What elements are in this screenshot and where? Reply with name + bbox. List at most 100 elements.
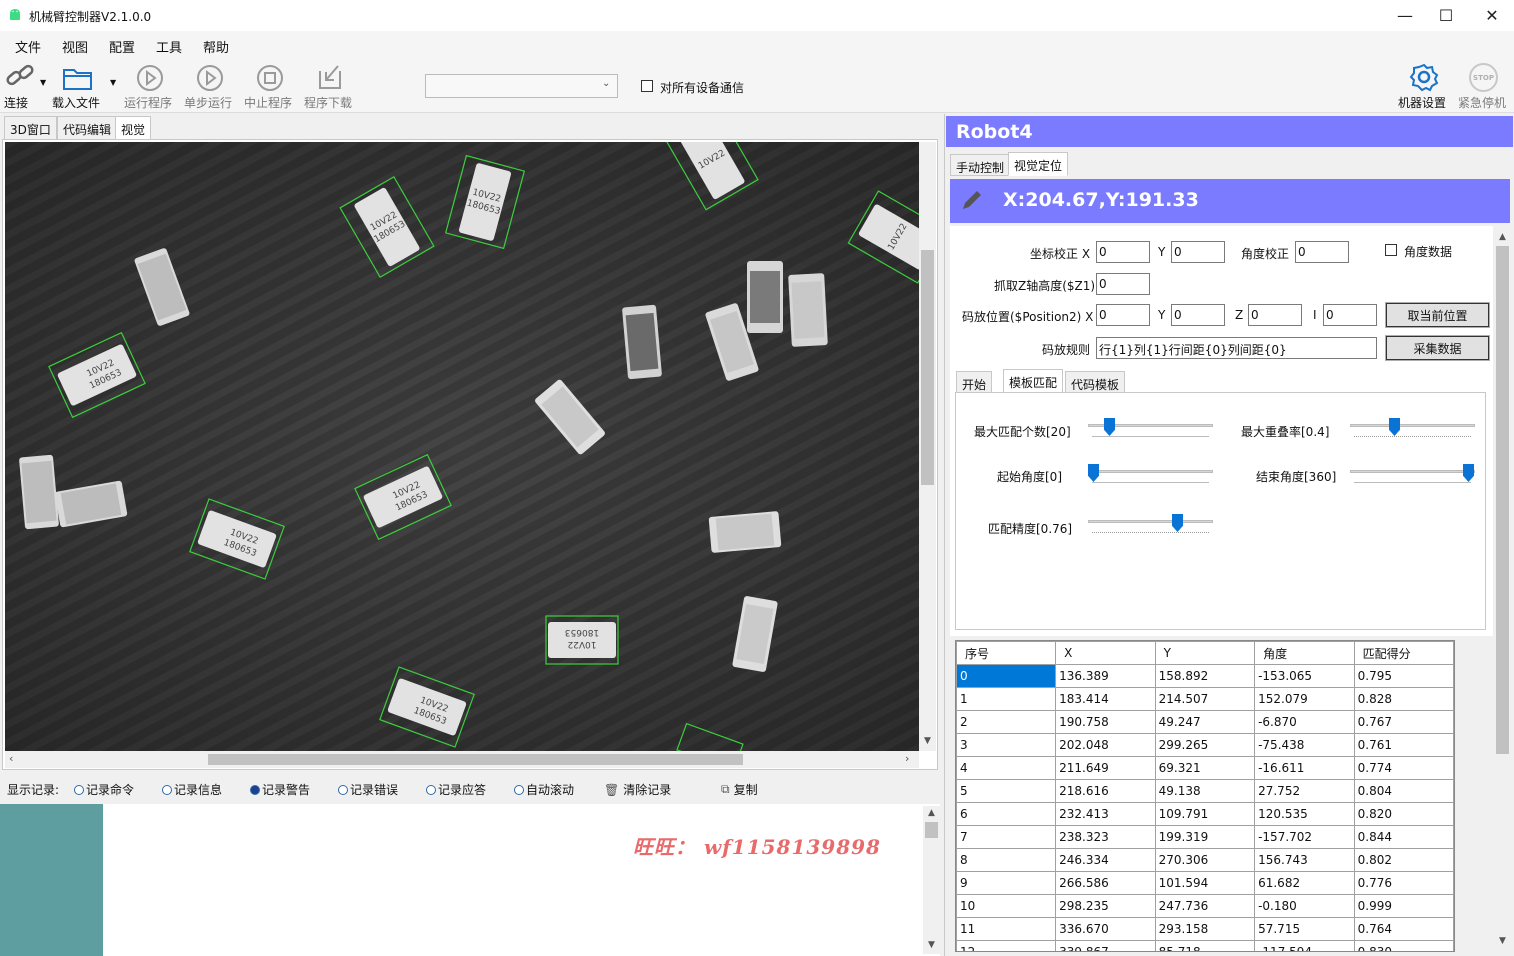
table-cell[interactable]: 7 [956,825,1057,849]
broadcast-checkbox[interactable] [641,80,653,92]
table-cell[interactable]: 49.247 [1154,710,1256,734]
scroll-down-icon[interactable]: ▼ [923,940,940,950]
log-area[interactable] [0,804,940,956]
scrollbar-thumb[interactable] [925,822,938,838]
table-cell[interactable]: 0.844 [1353,825,1454,849]
table-cell[interactable]: -0.180 [1254,894,1355,918]
table-cell[interactable]: 101.594 [1154,871,1256,895]
collect-data-button[interactable]: 采集数据 [1385,335,1490,361]
table-cell[interactable]: 0.802 [1353,848,1454,872]
scroll-down-icon[interactable]: ▼ [1494,936,1511,946]
table-cell[interactable]: 5 [956,779,1057,803]
table-cell[interactable]: 61.682 [1254,871,1355,895]
take-current-position-button[interactable]: 取当前位置 [1385,302,1490,328]
log-option-warnings[interactable]: 记录警告 [250,781,310,798]
column-header-y[interactable]: Y [1154,641,1256,665]
table-row[interactable]: 4 211.649 69.321 -16.611 0.774 [956,756,1454,780]
subtab-start[interactable]: 开始 [956,371,993,393]
table-cell[interactable]: 0.761 [1353,733,1454,757]
tab-3d-window[interactable]: 3D窗口 [4,116,57,140]
table-cell[interactable]: -157.702 [1254,825,1355,849]
log-option-errors[interactable]: 记录错误 [338,781,398,798]
table-cell[interactable]: 202.048 [1055,733,1156,757]
table-row[interactable]: 9 266.586 101.594 61.682 0.776 [956,871,1454,895]
tab-vision-positioning[interactable]: 视觉定位 [1008,152,1069,176]
slider-thumb[interactable] [1389,418,1400,436]
table-cell[interactable]: 246.334 [1055,848,1156,872]
table-cell[interactable]: 2 [956,710,1057,734]
step-run-button[interactable]: 单步运行 [184,60,236,110]
table-cell[interactable]: 299.265 [1154,733,1256,757]
place-z-input[interactable]: 0 [1248,304,1302,326]
table-cell[interactable]: 109.791 [1154,802,1256,826]
camera-horizontal-scrollbar[interactable]: ‹ › [5,751,919,768]
log-option-info[interactable]: 记录信息 [162,781,222,798]
tab-code-editor[interactable]: 代码编辑 [57,116,118,140]
stop-program-button[interactable]: 中止程序 [244,60,296,110]
slider-thumb[interactable] [1463,464,1474,482]
table-cell[interactable]: 199.319 [1154,825,1256,849]
place-x-input[interactable]: 0 [1096,304,1150,326]
connect-button[interactable]: ▼ 连接 [2,60,48,110]
log-option-responses[interactable]: 记录应答 [426,781,486,798]
max-match-slider[interactable] [1088,416,1213,442]
device-select[interactable]: ⌄ [425,74,618,98]
table-cell[interactable]: 8 [956,848,1057,872]
table-row[interactable]: 0 136.389 158.892 -153.065 0.795 [956,664,1454,688]
scrollbar-thumb[interactable] [208,754,743,765]
copy-log-button[interactable]: ⧉ 复制 [721,781,758,798]
table-cell[interactable]: 183.414 [1055,687,1156,711]
run-program-button[interactable]: 运行程序 [124,60,176,110]
log-vertical-scrollbar[interactable]: ▲ ▼ [923,806,940,954]
table-cell[interactable]: 211.649 [1055,756,1156,780]
table-cell[interactable]: 3 [956,733,1057,757]
table-cell[interactable]: 85.718 [1154,940,1256,951]
table-cell[interactable]: 136.389 [1055,664,1156,688]
coord-y-input[interactable]: 0 [1171,241,1225,263]
table-cell[interactable]: 11 [956,917,1057,941]
table-row[interactable]: 7 238.323 199.319 -157.702 0.844 [956,825,1454,849]
start-angle-slider[interactable] [1088,462,1213,488]
table-cell[interactable]: -6.870 [1254,710,1355,734]
table-cell[interactable]: 238.323 [1055,825,1156,849]
log-option-commands[interactable]: 记录命令 [74,781,134,798]
robot-panel-scrollbar[interactable]: ▲ ▼ [1494,230,1511,952]
z-height-input[interactable]: 0 [1096,273,1150,295]
table-cell[interactable]: 27.752 [1254,779,1355,803]
table-row[interactable]: 8 246.334 270.306 156.743 0.802 [956,848,1454,872]
table-cell[interactable]: 0.795 [1353,664,1454,688]
subtab-code-template[interactable]: 代码模板 [1065,371,1126,393]
camera-vertical-scrollbar[interactable]: ▼ [919,142,936,751]
table-cell[interactable]: 247.736 [1154,894,1256,918]
menu-file[interactable]: 文件 [15,37,41,56]
emergency-stop-button[interactable]: STOP 紧急停机 [1458,60,1512,110]
table-cell[interactable]: 0 [956,664,1057,688]
table-cell[interactable]: 339.867 [1055,940,1156,951]
table-cell[interactable]: 9 [956,871,1057,895]
table-cell[interactable]: 120.535 [1254,802,1355,826]
column-header-index[interactable]: 序号 [956,641,1057,665]
table-cell[interactable]: 270.306 [1154,848,1256,872]
table-cell[interactable]: 293.158 [1154,917,1256,941]
match-precision-slider[interactable] [1088,512,1213,538]
table-row[interactable]: 10 298.235 247.736 -0.180 0.999 [956,894,1454,918]
scrollbar-thumb[interactable] [921,250,934,485]
menu-tools[interactable]: 工具 [156,37,182,56]
menu-help[interactable]: 帮助 [203,37,229,56]
angle-data-checkbox[interactable] [1385,244,1397,256]
menu-view[interactable]: 视图 [62,37,88,56]
scrollbar-thumb[interactable] [1496,246,1509,754]
table-cell[interactable]: -153.065 [1254,664,1355,688]
table-cell[interactable]: 12 [956,940,1057,951]
table-cell[interactable]: -117.594 [1254,940,1355,951]
column-header-score[interactable]: 匹配得分 [1353,641,1454,665]
clear-log-button[interactable]: 🗑 清除记录 [604,781,671,798]
table-cell[interactable]: 10 [956,894,1057,918]
load-file-button[interactable]: ▼ 载入文件 [52,60,118,110]
table-cell[interactable]: 232.413 [1055,802,1156,826]
table-cell[interactable]: 0.830 [1353,940,1454,951]
tab-vision[interactable]: 视觉 [115,116,152,140]
slider-thumb[interactable] [1104,418,1115,436]
minimize-button[interactable]: — [1382,0,1428,31]
table-cell[interactable]: 0.774 [1353,756,1454,780]
